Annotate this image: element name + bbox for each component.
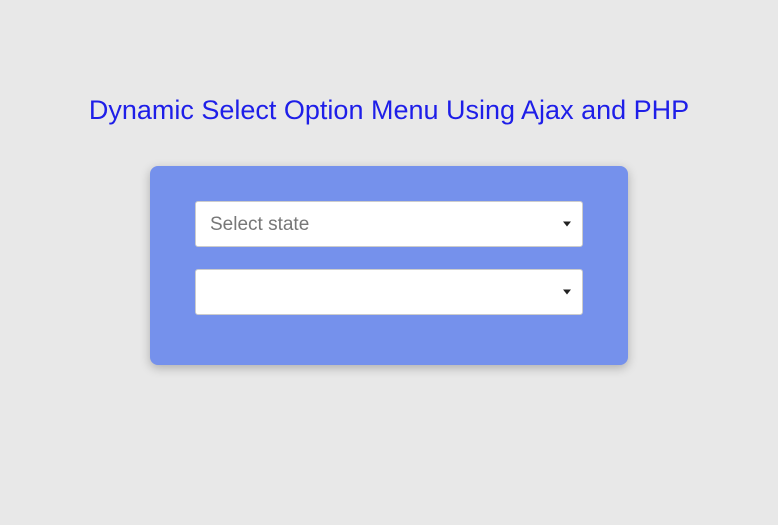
city-select[interactable] — [195, 269, 583, 315]
main-container: Dynamic Select Option Menu Using Ajax an… — [0, 0, 778, 365]
page-title: Dynamic Select Option Menu Using Ajax an… — [0, 95, 778, 126]
city-select-wrapper — [195, 269, 583, 315]
form-panel: Select state — [150, 166, 628, 365]
state-select-wrapper: Select state — [195, 201, 583, 247]
state-select[interactable]: Select state — [195, 201, 583, 247]
